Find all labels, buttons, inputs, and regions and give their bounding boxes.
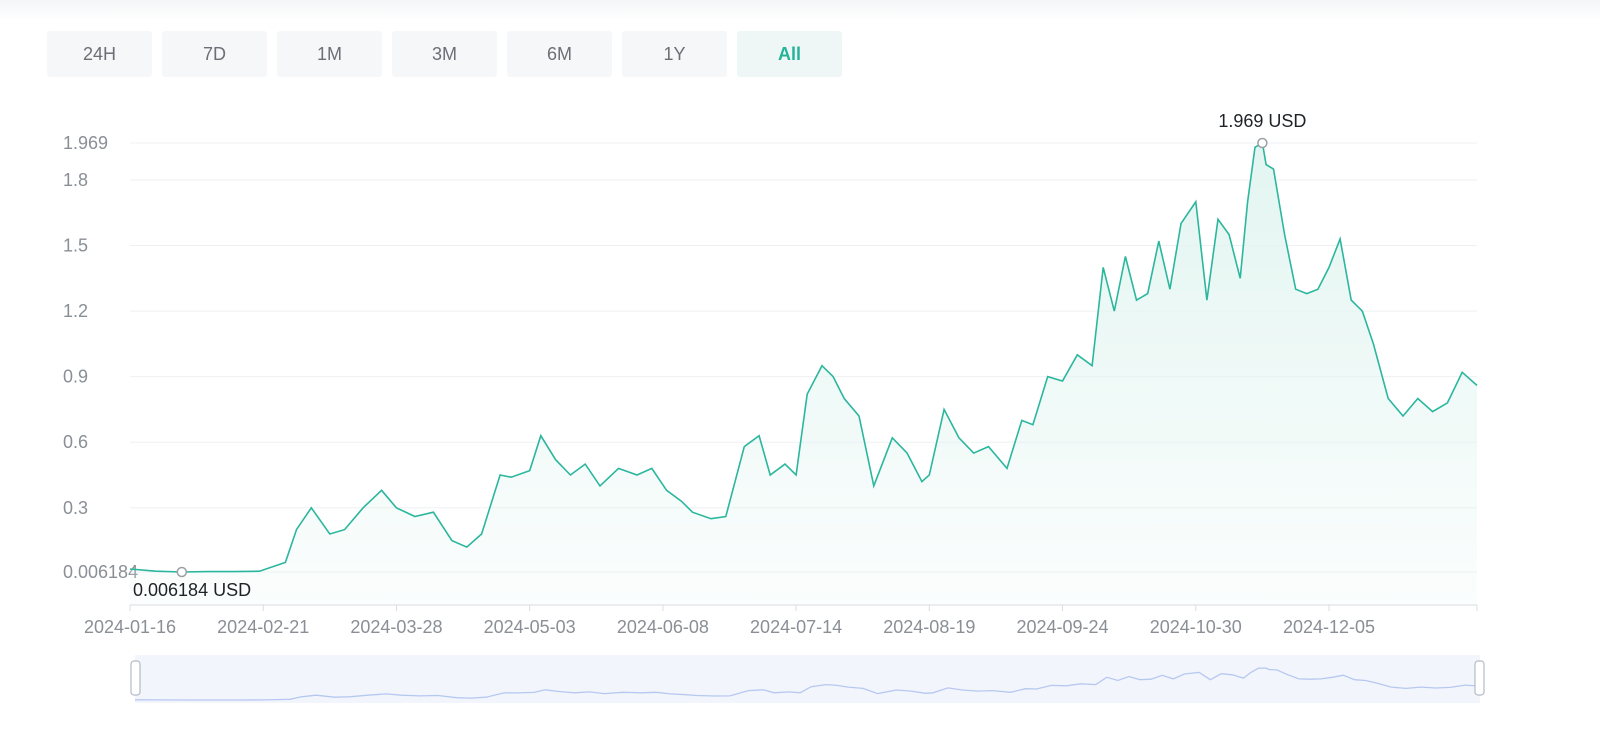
navigator-left-handle[interactable] [130,660,141,696]
y-tick-label: 1.2 [63,301,88,321]
x-tick-label: 2024-01-16 [84,617,176,637]
navigator-window [135,655,1480,703]
x-tick-label: 2024-05-03 [484,617,576,637]
min-point-label: 0.006184 USD [133,580,251,600]
y-tick-label: 0.6 [63,432,88,452]
navigator-right-handle[interactable] [1474,660,1485,696]
y-tick-label: 0.3 [63,498,88,518]
x-tick-label: 2024-09-24 [1016,617,1108,637]
y-tick-label: 1.5 [63,236,88,256]
price-chart: 0.006184 0.3 0.6 0.9 1.2 1.5 1.8 1.969 2024-01-… [63,111,1485,703]
y-tick-label: 0.006184 [63,562,138,582]
range-tab-1y[interactable]: 1Y [622,31,727,77]
range-tab-3m[interactable]: 3M [392,31,497,77]
price-area-fill [130,143,1477,605]
range-tab-all[interactable]: All [737,31,842,77]
range-tab-1m[interactable]: 1M [277,31,382,77]
y-tick-label: 1.8 [63,170,88,190]
x-tick-label: 2024-12-05 [1283,617,1375,637]
range-selector: 24H 7D 1M 3M 6M 1Y All [47,31,842,77]
min-point-marker [176,566,188,578]
x-axis-ticks: 2024-01-16 2024-02-21 2024-03-28 2024-05-03… [84,605,1478,637]
x-tick-label: 2024-03-28 [350,617,442,637]
x-tick-label: 2024-08-19 [883,617,975,637]
y-tick-label: 1.969 [63,133,108,153]
y-tick-label: 0.9 [63,367,88,387]
x-tick-label: 2024-06-08 [617,617,709,637]
y-axis-ticks: 0.006184 0.3 0.6 0.9 1.2 1.5 1.8 1.969 [63,133,138,582]
range-navigator[interactable] [130,655,1485,703]
max-point-marker [1257,137,1268,149]
x-tick-label: 2024-07-14 [750,617,842,637]
range-tab-6m[interactable]: 6M [507,31,612,77]
x-tick-label: 2024-02-21 [217,617,309,637]
x-tick-label: 2024-10-30 [1150,617,1242,637]
range-tab-7d[interactable]: 7D [162,31,267,77]
range-tab-24h[interactable]: 24H [47,31,152,77]
max-point-label: 1.969 USD [1218,111,1306,131]
